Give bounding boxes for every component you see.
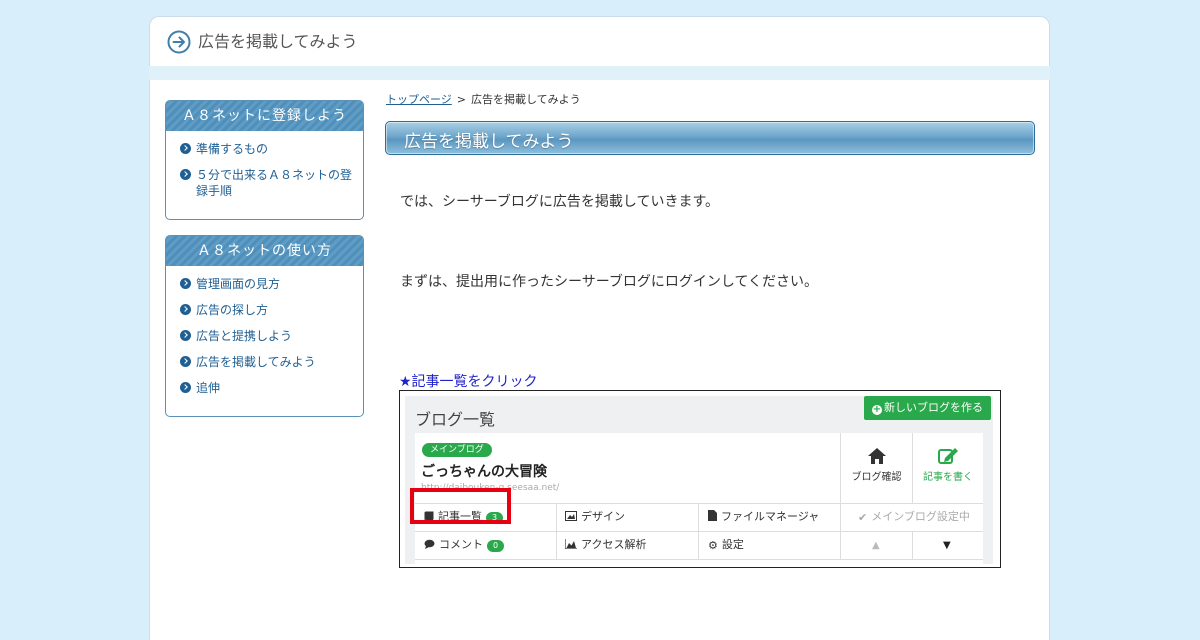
move-down-button[interactable]: ▼: [943, 539, 951, 553]
gear-icon: ⚙: [708, 539, 718, 552]
chevron-circle-icon: [180, 304, 191, 315]
breadcrumb-current: 広告を掲載してみよう: [471, 93, 581, 106]
blog-name: ごっちゃんの大冒険: [421, 464, 547, 480]
main-blog-badge: メインブログ: [422, 443, 492, 457]
article-title: 広告を掲載してみよう: [404, 132, 574, 152]
sidebar-item-preparation[interactable]: 準備するもの: [180, 141, 355, 157]
chevron-circle-icon: [180, 169, 191, 180]
screenshot-panel: ブログ一覧 + 新しいブログを作る メインブログ ごっちゃんの大冒険 http:/…: [405, 396, 993, 564]
home-icon: [867, 448, 886, 464]
area-chart-icon: [565, 539, 577, 549]
paragraph-login: まずは、提出用に作ったシーサーブログにログインしてください。: [400, 274, 819, 290]
chevron-circle-icon: [180, 278, 191, 289]
sidebar-heading: Ａ８ネットに登録しよう: [166, 101, 363, 131]
breadcrumb: トップページ > 広告を掲載してみよう: [386, 91, 581, 107]
edit-icon: [938, 448, 958, 464]
sidebar-item-registration[interactable]: ５分で出来るＡ８ネットの登録手順: [180, 167, 355, 199]
sidebar-item-postscript[interactable]: 追伸: [180, 380, 355, 396]
comments-count-badge: 0: [487, 540, 505, 552]
sidebar-section-usage: Ａ８ネットの使い方 管理画面の見方 広告の探し方 広告と提携しよう 広告を掲載し…: [165, 235, 364, 417]
write-article-button[interactable]: 記事を書く: [913, 447, 983, 483]
sidebar-item-partner-ads[interactable]: 広告と提携しよう: [180, 328, 355, 344]
new-blog-button[interactable]: + 新しいブログを作る: [864, 396, 991, 420]
chevron-circle-icon: [180, 356, 191, 367]
chevron-circle-icon: [180, 382, 191, 393]
breadcrumb-separator: >: [456, 93, 466, 106]
sidebar-item-find-ads[interactable]: 広告の探し方: [180, 302, 355, 318]
move-up-button[interactable]: ▲: [872, 539, 880, 553]
highlight-box: [410, 488, 511, 524]
access-analytics-link[interactable]: アクセス解析: [565, 538, 646, 552]
triangle-up-icon: ▲: [872, 540, 880, 551]
sidebar-section-register: Ａ８ネットに登録しよう 準備するもの ５分で出来るＡ８ネットの登録手順: [165, 100, 364, 220]
check-icon: ✔: [858, 511, 868, 524]
settings-link[interactable]: ⚙ 設定: [708, 538, 744, 553]
page-header: 広告を掲載してみよう: [149, 16, 1050, 66]
comment-icon: [424, 539, 435, 549]
caption: ★記事一覧をクリック: [399, 374, 538, 390]
plus-circle-icon: +: [872, 404, 882, 415]
breadcrumb-home-link[interactable]: トップページ: [386, 93, 452, 106]
chevron-circle-icon: [180, 330, 191, 341]
image-icon: [565, 511, 577, 521]
triangle-down-icon: ▼: [943, 540, 951, 551]
comments-link[interactable]: コメント 0: [424, 538, 505, 552]
sidebar-item-dashboard[interactable]: 管理画面の見方: [180, 276, 355, 292]
file-manager-link[interactable]: ファイルマネージャ: [708, 510, 819, 524]
main-blog-status: ✔ メインブログ設定中: [858, 510, 970, 524]
file-icon: [708, 510, 717, 521]
paragraph-intro: では、シーサーブログに広告を掲載していきます。: [400, 194, 720, 210]
header-title: 広告を掲載してみよう: [198, 32, 358, 51]
header-band: [149, 66, 1050, 80]
article-title-bar: 広告を掲載してみよう: [385, 121, 1035, 155]
design-link[interactable]: デザイン: [565, 510, 625, 524]
sidebar-item-post-ads[interactable]: 広告を掲載してみよう: [180, 354, 355, 370]
blog-list-screenshot: ブログ一覧 + 新しいブログを作る メインブログ ごっちゃんの大冒険 http:/…: [399, 390, 1001, 568]
blog-check-button[interactable]: ブログ確認: [841, 447, 912, 483]
arrow-right-circle-icon: [167, 30, 191, 54]
chevron-circle-icon: [180, 143, 191, 154]
screenshot-title: ブログ一覧: [415, 410, 496, 429]
sidebar-heading: Ａ８ネットの使い方: [166, 236, 363, 266]
